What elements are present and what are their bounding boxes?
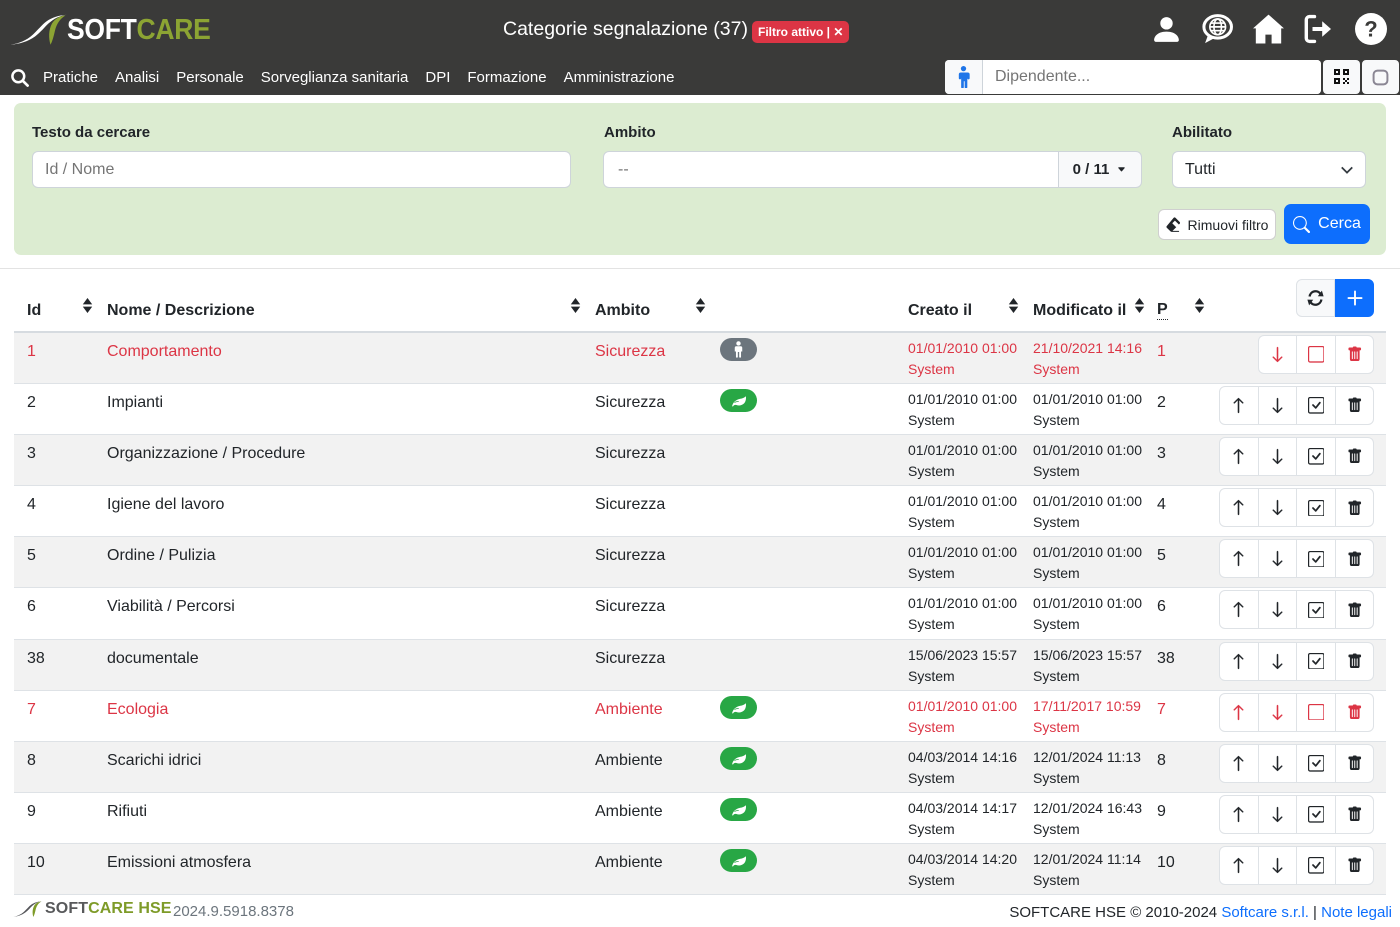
svg-text:?: ? bbox=[1364, 17, 1377, 42]
